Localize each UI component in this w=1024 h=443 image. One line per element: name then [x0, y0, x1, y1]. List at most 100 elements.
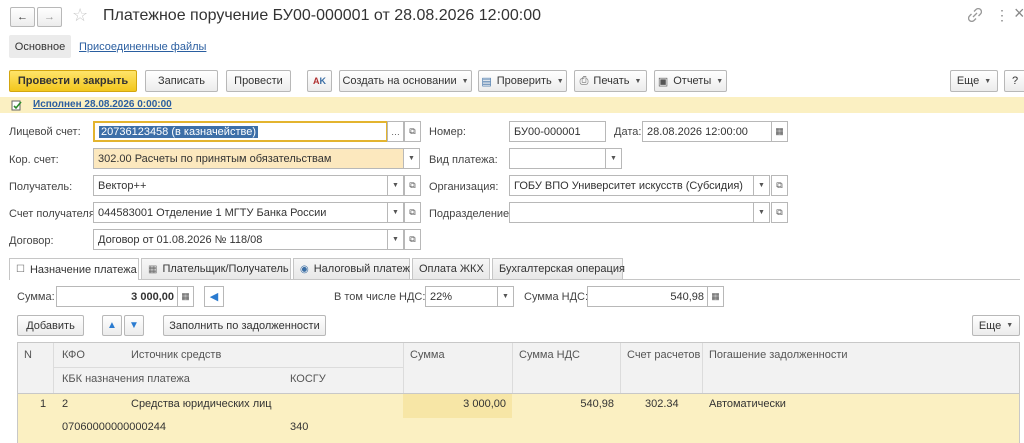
fill-by-debt-button[interactable]: Заполнить по задолженности	[163, 315, 326, 336]
arrow-down-icon: ▼	[129, 320, 139, 331]
column-header-sum[interactable]: Сумма	[410, 349, 445, 361]
save-button[interactable]: Записать	[145, 70, 218, 92]
recipient-account-open-icon[interactable]: ⧉	[404, 202, 421, 223]
corr-account-dropdown-icon[interactable]: ▼	[403, 148, 420, 169]
chevron-down-icon: ▼	[984, 77, 992, 85]
header-col-divider-2	[403, 343, 404, 393]
reports-button[interactable]: ▣ Отчеты ▼	[654, 70, 727, 92]
recipient-dropdown-icon[interactable]: ▼	[387, 175, 404, 196]
column-header-kfo[interactable]: КФО	[62, 349, 85, 361]
organization-label: Организация:	[429, 181, 499, 193]
table-more-label: Еще	[978, 319, 1002, 332]
contract-field[interactable]: Договор от 01.08.2026 № 118/08	[93, 229, 388, 250]
favorite-star-icon[interactable]: ☆	[72, 5, 88, 26]
personal-account-field[interactable]: 20736123458 (в казначействе)	[93, 121, 388, 142]
spellcheck-icon-button[interactable]: AK	[307, 70, 332, 92]
subtab-main[interactable]: Основное	[9, 35, 71, 58]
personal-account-open-icon[interactable]: ⧉	[404, 121, 421, 142]
corr-account-field[interactable]: 302.00 Расчеты по принятым обязательства…	[93, 148, 404, 169]
contract-value: Договор от 01.08.2026 № 118/08	[98, 233, 263, 246]
recipient-open-icon[interactable]: ⧉	[404, 175, 421, 196]
contract-open-icon[interactable]: ⧉	[404, 229, 421, 250]
arrow-left-icon: ←	[17, 11, 28, 23]
organization-dropdown-icon[interactable]: ▼	[753, 175, 770, 196]
date-field[interactable]: 28.08.2026 12:00:00	[642, 121, 772, 142]
close-icon[interactable]: ×	[1014, 3, 1024, 24]
department-open-icon[interactable]: ⧉	[771, 202, 788, 223]
header-col-divider-3	[512, 343, 513, 393]
post-and-close-button[interactable]: Провести и закрыть	[9, 70, 137, 92]
vat-included-label: В том числе НДС:	[334, 291, 426, 303]
post-button[interactable]: Провести	[226, 70, 291, 92]
create-based-on-button[interactable]: Создать на основании ▼	[339, 70, 472, 92]
sum-field[interactable]: 3 000,00	[56, 286, 178, 307]
personal-account-label: Лицевой счет:	[9, 126, 81, 138]
department-dropdown-icon[interactable]: ▼	[753, 202, 770, 223]
vat-sum-calculator-icon[interactable]: ▦	[707, 286, 724, 307]
personal-account-select-button[interactable]: …	[387, 121, 404, 142]
chevron-down-icon: ▼	[716, 77, 724, 85]
move-down-button[interactable]: ▼	[124, 315, 144, 336]
help-label: ?	[1011, 75, 1019, 87]
recipient-account-dropdown-icon[interactable]: ▼	[387, 202, 404, 223]
document-status-icon	[11, 100, 22, 111]
chevron-down-icon: ▼	[556, 77, 564, 85]
column-header-source[interactable]: Источник средств	[131, 349, 221, 361]
contract-dropdown-icon[interactable]: ▼	[387, 229, 404, 250]
recipient-field[interactable]: Вектор++	[93, 175, 388, 196]
table-more-button[interactable]: Еще ▼	[972, 315, 1020, 336]
row-kfo: 2	[62, 398, 69, 410]
more-label: Еще	[956, 75, 980, 87]
add-row-button[interactable]: Добавить	[17, 315, 84, 336]
tab-payer-recipient[interactable]: ▦ Плательщик/Получатель	[141, 258, 291, 279]
payment-type-field[interactable]	[509, 148, 606, 169]
number-field[interactable]: БУ00-000001	[509, 121, 606, 142]
contract-label: Договор:	[9, 235, 54, 247]
recipient-account-label: Счет получателя:	[9, 208, 98, 220]
tax-icon: ◉	[300, 263, 309, 275]
subtab-files[interactable]: Присоединенные файлы	[79, 41, 206, 53]
recipient-value: Вектор++	[98, 179, 147, 192]
print-button[interactable]: ⎙ Печать ▼	[574, 70, 647, 92]
column-header-n[interactable]: N	[24, 349, 32, 361]
tab-payment-purpose[interactable]: ☐ Назначение платежа	[9, 258, 139, 280]
recipient-account-value: 044583001 Отделение 1 МГТУ Банка России	[98, 206, 327, 219]
sum-calculator-icon[interactable]: ▦	[177, 286, 194, 307]
document-icon: ☐	[16, 264, 25, 275]
header-col-divider-5	[702, 343, 703, 393]
department-field[interactable]	[509, 202, 754, 223]
vat-rate-field[interactable]: 22%	[425, 286, 498, 307]
link-icon[interactable]	[967, 7, 983, 23]
vat-sum-field[interactable]: 540,98	[587, 286, 708, 307]
row-n: 1	[40, 398, 47, 410]
column-header-kbk[interactable]: КБК назначения платежа	[62, 373, 190, 385]
row-debt: Автоматически	[709, 398, 786, 410]
more-button[interactable]: Еще ▼	[950, 70, 998, 92]
calendar-icon[interactable]: ▦	[771, 121, 788, 142]
check-button[interactable]: ▤ Проверить ▼	[478, 70, 567, 92]
more-menu-icon[interactable]: ⋮	[995, 7, 1009, 24]
tab-tax-payment[interactable]: ◉ Налоговый платеж	[293, 258, 410, 279]
recipient-account-field[interactable]: 044583001 Отделение 1 МГТУ Банка России	[93, 202, 388, 223]
column-header-debt[interactable]: Погашение задолженности	[709, 349, 848, 361]
help-button[interactable]: ?	[1004, 70, 1024, 92]
column-header-vat-sum[interactable]: Сумма НДС	[519, 349, 580, 361]
number-value: БУ00-000001	[514, 125, 581, 138]
apply-sum-icon[interactable]: ◀	[204, 286, 224, 307]
tab-utilities[interactable]: Оплата ЖКХ	[412, 258, 490, 279]
sum-value: 3 000,00	[131, 290, 174, 303]
vat-sum-label: Сумма НДС:	[524, 291, 589, 303]
column-header-kosgu[interactable]: КОСГУ	[290, 373, 326, 385]
move-up-button[interactable]: ▲	[102, 315, 122, 336]
organization-open-icon[interactable]: ⧉	[771, 175, 788, 196]
back-button[interactable]: ←	[10, 7, 35, 27]
tab-utilities-label: Оплата ЖКХ	[419, 263, 484, 275]
tab-accounting-operation[interactable]: Бухгалтерская операция	[492, 258, 625, 279]
vat-rate-dropdown-icon[interactable]: ▼	[497, 286, 514, 307]
payment-type-dropdown-icon[interactable]: ▼	[605, 148, 622, 169]
printer-icon: ⎙	[579, 74, 589, 87]
organization-field[interactable]: ГОБУ ВПО Университет искусств (Субсидия)	[509, 175, 754, 196]
column-header-account[interactable]: Счет расчетов	[627, 349, 700, 361]
forward-button[interactable]: →	[37, 7, 62, 27]
status-link[interactable]: Исполнен 28.08.2026 0:00:00	[33, 99, 172, 110]
